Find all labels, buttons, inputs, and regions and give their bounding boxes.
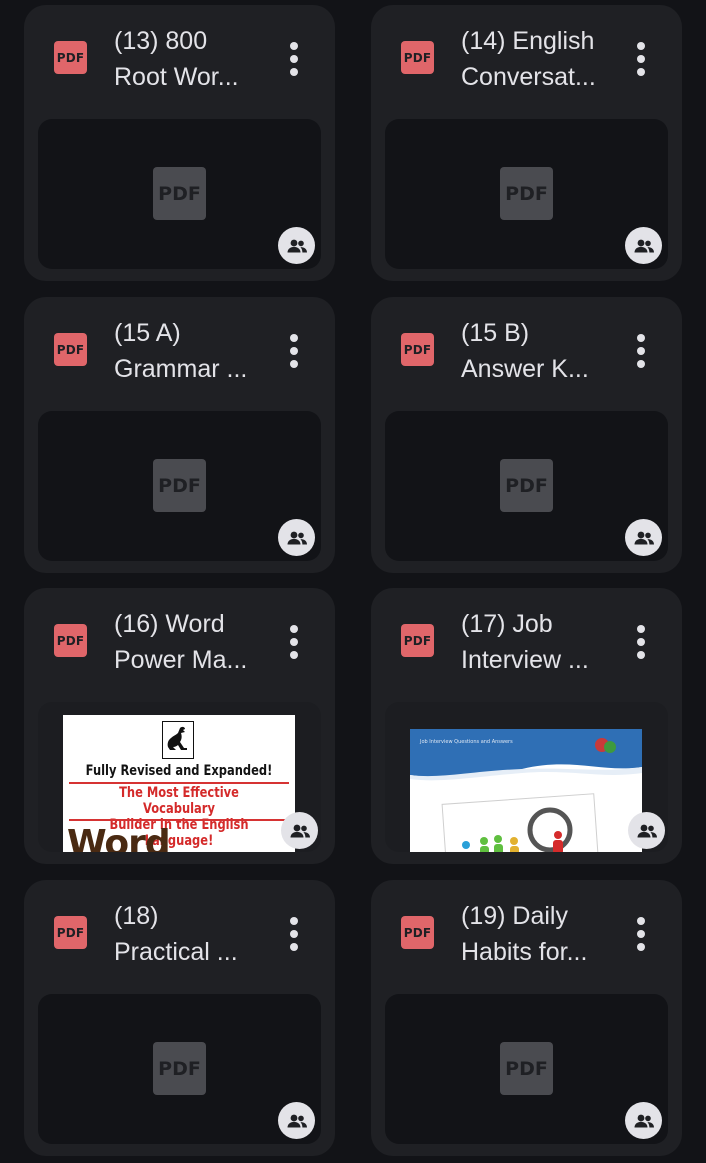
more-options-button[interactable] [629,622,653,662]
kangaroo-logo-icon [162,721,194,759]
file-card[interactable]: PDF (17) Job Interview ... Job Interview … [371,588,682,864]
file-thumbnail[interactable]: Fully Revised and Expanded! The Most Eff… [38,702,321,852]
file-card[interactable]: PDF (13) 800 Root Wor... PDF [24,5,335,281]
file-title: (17) Job Interview ... [461,610,589,674]
pdf-icon: PDF [54,916,87,949]
file-card[interactable]: PDF (15 A) Grammar ... PDF [24,297,335,573]
pdf-icon: PDF [500,459,553,512]
file-thumbnail[interactable]: PDF [38,119,321,269]
file-thumbnail[interactable]: PDF [385,119,668,269]
more-vert-icon [290,625,298,633]
more-options-button[interactable] [629,39,653,79]
file-card[interactable]: PDF (16) Word Power Ma... Fully Revised a… [24,588,335,864]
pdf-icon: PDF [500,1042,553,1095]
people-icon [625,1102,662,1139]
more-vert-icon [290,42,298,50]
book-cover: Fully Revised and Expanded! The Most Eff… [63,715,295,852]
cover-header: Job Interview Questions and Answers [419,739,513,745]
pdf-icon: PDF [401,41,434,74]
file-title: (13) 800 Root Wor... [114,27,239,91]
more-vert-icon [290,334,298,342]
file-title: (19) Daily Habits for... [461,902,588,966]
people-icon [281,812,318,849]
file-card[interactable]: PDF (18) Practical ... PDF [24,880,335,1156]
file-card[interactable]: PDF (14) English Conversat... PDF [371,5,682,281]
file-thumbnail[interactable]: PDF [38,994,321,1144]
more-options-button[interactable] [282,622,306,662]
pdf-icon: PDF [401,624,434,657]
people-icon [625,227,662,264]
file-title: (15 A) Grammar ... [114,319,248,383]
more-vert-icon [637,334,645,342]
file-title: (14) English Conversat... [461,27,596,91]
file-thumbnail[interactable]: PDF [385,994,668,1144]
file-thumbnail[interactable]: Job Interview Questions and Answers [385,702,668,852]
more-options-button[interactable] [282,331,306,371]
more-vert-icon [637,42,645,50]
pdf-icon: PDF [54,333,87,366]
people-icon [628,812,665,849]
people-icon [278,1102,315,1139]
pdf-icon: PDF [54,624,87,657]
cover-rule [69,819,289,821]
pdf-icon: PDF [153,1042,206,1095]
more-vert-icon [637,917,645,925]
people-icon [278,227,315,264]
document-cover: Job Interview Questions and Answers [410,729,642,852]
pdf-icon: PDF [500,167,553,220]
pdf-icon: PDF [401,333,434,366]
cover-big-title: Word Power [67,823,171,852]
more-options-button[interactable] [629,331,653,371]
pdf-icon: PDF [153,459,206,512]
pdf-icon: PDF [401,916,434,949]
more-options-button[interactable] [282,914,306,954]
pdf-icon: PDF [54,41,87,74]
file-grid: PDF (13) 800 Root Wor... PDF PDF (14) Eng… [0,0,706,1163]
cover-tagline: Fully Revised and Expanded! [85,763,273,779]
pdf-icon: PDF [153,167,206,220]
more-options-button[interactable] [282,39,306,79]
more-options-button[interactable] [629,914,653,954]
cover-rule [69,782,289,784]
file-thumbnail[interactable]: PDF [385,411,668,561]
file-card[interactable]: PDF (15 B) Answer K... PDF [371,297,682,573]
people-icon [278,519,315,556]
file-title: (15 B) Answer K... [461,319,589,383]
more-vert-icon [637,625,645,633]
file-title: (18) Practical ... [114,902,238,966]
file-card[interactable]: PDF (19) Daily Habits for... PDF [371,880,682,1156]
file-thumbnail[interactable]: PDF [38,411,321,561]
people-icon [625,519,662,556]
more-vert-icon [290,917,298,925]
file-title: (16) Word Power Ma... [114,610,248,674]
